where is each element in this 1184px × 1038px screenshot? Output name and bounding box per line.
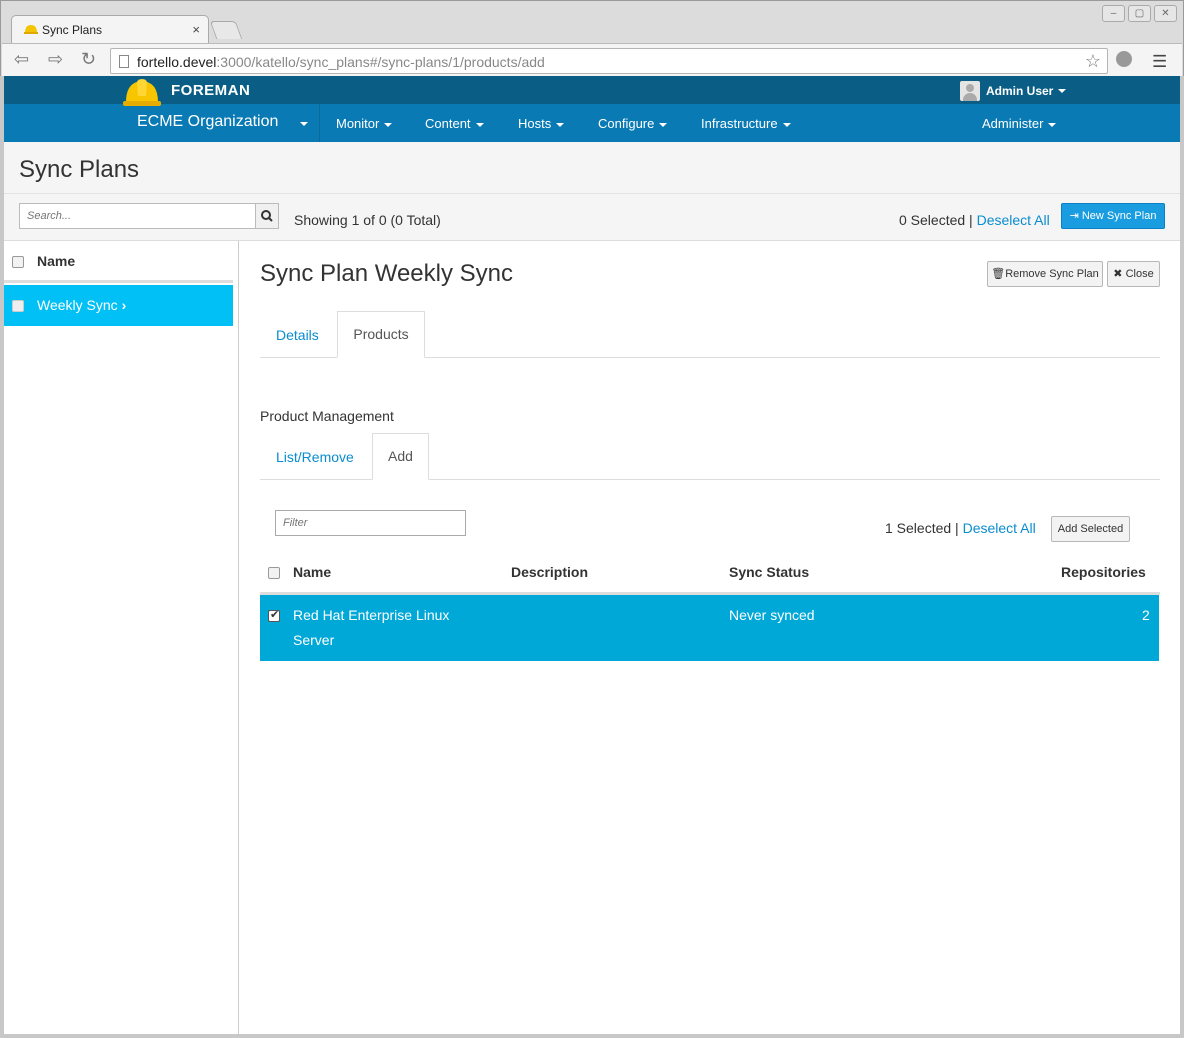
- products-deselect-all-link[interactable]: Deselect All: [963, 520, 1036, 536]
- caret-down-icon: [556, 122, 565, 127]
- product-repositories: 2: [1142, 607, 1150, 623]
- product-management-label: Product Management: [260, 408, 394, 424]
- forward-icon[interactable]: ⇨: [48, 49, 63, 70]
- filter-input[interactable]: [275, 510, 466, 536]
- page-title: Sync Plans: [19, 156, 140, 183]
- nav-divider: [319, 104, 320, 142]
- detail-title: Sync Plan Weekly Sync: [260, 260, 513, 287]
- search-input[interactable]: [19, 203, 256, 229]
- reload-icon[interactable]: ↻: [81, 49, 96, 70]
- window-border-bottom: [0, 1034, 1184, 1038]
- tab-list-remove[interactable]: List/Remove: [276, 449, 354, 465]
- nav-configure[interactable]: Configure: [598, 116, 668, 131]
- brand-name[interactable]: FOREMAN: [171, 82, 250, 99]
- product-sync-status: Never synced: [729, 607, 815, 623]
- product-name-line2: Server: [293, 632, 335, 648]
- browser-toolbar: ⇦ ⇨ ↻ fortello.devel:3000/katello/sync_p…: [2, 43, 1182, 77]
- maximize-button[interactable]: ▢: [1128, 5, 1151, 22]
- remove-sync-plan-button[interactable]: 🗑Remove Sync Plan: [987, 261, 1103, 287]
- window-border-right: [1180, 76, 1184, 1038]
- list-header-name[interactable]: Name: [37, 253, 75, 269]
- tab-products[interactable]: Products: [337, 311, 425, 358]
- helmet-favicon-icon: [24, 25, 38, 34]
- column-header-repositories[interactable]: Repositories: [1061, 564, 1146, 580]
- nav-administer[interactable]: Administer: [982, 116, 1057, 131]
- tab-close-icon[interactable]: ×: [192, 22, 200, 37]
- user-menu[interactable]: Admin User: [960, 81, 1067, 101]
- products-selected-summary: 1 Selected | Deselect All: [885, 520, 1036, 536]
- table-row[interactable]: [260, 595, 1159, 661]
- new-tab-button[interactable]: [209, 21, 243, 39]
- column-header-sync-status[interactable]: Sync Status: [729, 564, 809, 580]
- close-window-button[interactable]: ✕: [1154, 5, 1177, 22]
- nav-content[interactable]: Content: [425, 116, 484, 131]
- selected-summary: 0 Selected | Deselect All: [899, 212, 1050, 228]
- add-selected-button[interactable]: Add Selected: [1051, 516, 1130, 542]
- browser-menu-icon[interactable]: ☰: [1152, 52, 1167, 72]
- caret-down-icon: [1048, 122, 1057, 127]
- address-bar[interactable]: fortello.devel:3000/katello/sync_plans#/…: [110, 48, 1108, 74]
- minimize-button[interactable]: –: [1102, 5, 1125, 22]
- showing-count: Showing 1 of 0 (0 Total): [294, 212, 441, 228]
- nav-hosts[interactable]: Hosts: [518, 116, 565, 131]
- select-all-checkbox[interactable]: [12, 256, 24, 268]
- organization-selector[interactable]: ECME Organization: [137, 113, 278, 131]
- column-header-name[interactable]: Name: [293, 564, 331, 580]
- foreman-helmet-logo-icon: [123, 79, 161, 106]
- tab-title: Sync Plans: [42, 23, 103, 37]
- list-header-divider: [4, 280, 233, 283]
- close-icon: ✖: [1113, 268, 1126, 280]
- avatar: [960, 81, 980, 101]
- products-select-all-checkbox[interactable]: [268, 567, 280, 579]
- search-icon: [261, 210, 273, 222]
- caret-down-icon: [782, 122, 791, 127]
- nav-monitor[interactable]: Monitor: [336, 116, 393, 131]
- sign-in-icon: ⇥: [1069, 210, 1082, 222]
- chevron-right-icon: ›: [121, 297, 127, 313]
- sync-plan-list: [4, 241, 239, 1034]
- user-caret-icon: [1058, 89, 1067, 93]
- list-item-label[interactable]: Weekly Sync ›: [37, 297, 126, 313]
- tab-details[interactable]: Details: [276, 327, 319, 343]
- caret-down-icon: [659, 122, 668, 127]
- caret-down-icon: [475, 122, 484, 127]
- deselect-all-link[interactable]: Deselect All: [977, 212, 1050, 228]
- trash-icon: 🗑: [991, 268, 1006, 280]
- browser-chrome: Sync Plans × – ▢ ✕ ⇦ ⇨ ↻ fortello.devel:…: [0, 0, 1184, 77]
- back-icon[interactable]: ⇦: [14, 49, 29, 70]
- nav-infrastructure[interactable]: Infrastructure: [701, 116, 791, 131]
- row-checkbox[interactable]: [12, 300, 24, 312]
- product-row-checkbox[interactable]: [268, 608, 280, 622]
- new-sync-plan-button[interactable]: ⇥ New Sync Plan: [1061, 203, 1165, 229]
- product-name-line1: Red Hat Enterprise Linux: [293, 607, 450, 623]
- page-icon: [119, 55, 129, 68]
- url-text: fortello.devel:3000/katello/sync_plans#/…: [137, 54, 545, 70]
- user-name: Admin User: [986, 84, 1054, 98]
- extension-icon[interactable]: [1116, 51, 1132, 67]
- caret-down-icon: [384, 122, 393, 127]
- org-caret-icon[interactable]: [300, 122, 308, 126]
- browser-tab[interactable]: Sync Plans ×: [11, 15, 209, 43]
- title-bar: [4, 142, 1180, 194]
- column-header-description[interactable]: Description: [511, 564, 588, 580]
- tab-add[interactable]: Add: [372, 433, 429, 480]
- search-button[interactable]: [255, 203, 279, 229]
- close-button[interactable]: ✖ Close: [1107, 261, 1160, 287]
- bookmark-star-icon[interactable]: ☆: [1085, 51, 1101, 72]
